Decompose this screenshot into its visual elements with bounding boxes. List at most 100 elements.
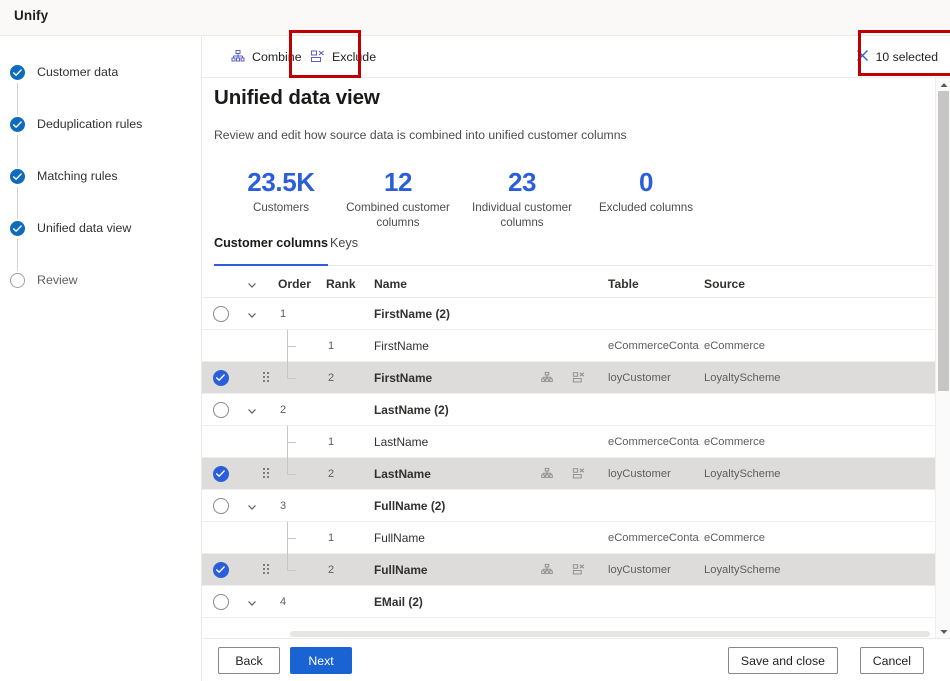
- row-select-checkbox[interactable]: [213, 370, 229, 386]
- row-exclude-icon[interactable]: [572, 371, 586, 385]
- table-row[interactable]: 2 LastName loyCustomer LoyaltyScheme: [202, 458, 944, 490]
- stat-card: 23 Individual customer columns: [460, 166, 584, 230]
- row-select-checkbox[interactable]: [213, 498, 229, 514]
- tab-customer-columns[interactable]: Customer columns: [214, 236, 329, 266]
- row-drag-handle[interactable]: [263, 468, 271, 480]
- cell-table: loyCustomer: [608, 372, 671, 384]
- cell-order: [280, 330, 320, 362]
- stat-label: Excluded columns: [598, 201, 694, 214]
- table-row[interactable]: 1 FullName eCommerceConta... eCommerce: [202, 522, 944, 554]
- combine-button-label: Combine: [252, 50, 302, 64]
- cell-name: FirstName (2): [374, 307, 450, 321]
- save-and-close-button[interactable]: Save and close: [727, 647, 838, 674]
- step-connector: [17, 187, 19, 219]
- sidebar-step-unified-data-view[interactable]: Unified data view: [10, 219, 200, 241]
- vertical-scrollbar[interactable]: [935, 78, 950, 638]
- combine-button[interactable]: Combine: [222, 41, 310, 73]
- header-rank[interactable]: Rank: [326, 277, 356, 291]
- row-combine-icon[interactable]: [540, 563, 554, 577]
- scroll-down-arrow-icon[interactable]: [936, 625, 950, 638]
- row-expand-chevron-icon[interactable]: [246, 308, 258, 320]
- cell-rank: 2: [328, 372, 335, 384]
- row-expand-chevron-icon[interactable]: [246, 404, 258, 416]
- next-button[interactable]: Next: [290, 647, 352, 674]
- columns-table: Order Rank Name Table Source 1 FirstName …: [202, 270, 944, 618]
- row-drag-handle[interactable]: [263, 564, 271, 576]
- selected-count-button[interactable]: 10 selected: [848, 42, 946, 72]
- cell-table: [608, 298, 700, 330]
- sidebar-step-label: Customer data: [37, 65, 119, 79]
- cell-order: [280, 522, 320, 554]
- cell-table: loyCustomer: [608, 564, 671, 576]
- exclude-columns-icon: [310, 49, 326, 65]
- sidebar-step-customer-data[interactable]: Customer data: [10, 63, 200, 85]
- cell-name: FullName: [374, 531, 425, 545]
- table-row[interactable]: 2 FirstName loyCustomer LoyaltyScheme: [202, 362, 944, 394]
- sidebar-step-matching-rules[interactable]: Matching rules: [10, 167, 200, 189]
- row-select-checkbox[interactable]: [213, 594, 229, 610]
- table-row[interactable]: 1 FirstName (2): [202, 298, 944, 330]
- cell-name: LastName: [374, 467, 431, 481]
- table-row[interactable]: 1 FirstName eCommerceConta... eCommerce: [202, 330, 944, 362]
- vertical-scrollbar-thumb[interactable]: [938, 91, 949, 391]
- cell-table: loyCustomer: [608, 468, 671, 480]
- row-combine-icon[interactable]: [540, 371, 554, 385]
- row-exclude-icon[interactable]: [572, 467, 586, 481]
- header-order[interactable]: Order: [278, 277, 311, 291]
- row-select-checkbox[interactable]: [213, 306, 229, 322]
- app-header: Unify: [0, 0, 950, 36]
- cell-rank: 1: [328, 436, 335, 448]
- table-row[interactable]: 4 EMail (2): [202, 586, 944, 618]
- header-name[interactable]: Name: [374, 277, 407, 291]
- cell-name: FullName: [374, 563, 428, 577]
- sidebar-step-label: Review: [37, 273, 78, 287]
- cell-source: eCommerce: [704, 532, 765, 544]
- back-button[interactable]: Back: [218, 647, 280, 674]
- row-combine-icon[interactable]: [540, 467, 554, 481]
- row-expand-chevron-icon[interactable]: [246, 596, 258, 608]
- cell-source: LoyaltyScheme: [704, 564, 781, 576]
- scroll-up-arrow-icon[interactable]: [936, 78, 950, 91]
- cell-rank: 2: [328, 468, 335, 480]
- stat-card: 23.5K Customers: [222, 166, 340, 215]
- tab-label: Keys: [330, 236, 358, 250]
- horizontal-scrollbar-thumb[interactable]: [290, 631, 930, 637]
- cell-order: 1: [280, 308, 287, 320]
- sidebar-step-review[interactable]: Review: [10, 271, 200, 293]
- table-header-row: Order Rank Name Table Source: [202, 270, 944, 298]
- cell-source: LoyaltyScheme: [704, 468, 781, 480]
- cell-rank: [328, 490, 368, 522]
- selected-count-label: 10 selected: [875, 50, 938, 64]
- header-source[interactable]: Source: [704, 277, 745, 291]
- header-table[interactable]: Table: [608, 277, 639, 291]
- cell-order: [280, 458, 320, 490]
- cell-rank: 1: [328, 340, 335, 352]
- table-row[interactable]: 2 FullName loyCustomer LoyaltyScheme: [202, 554, 944, 586]
- step-complete-check-icon: [10, 65, 25, 80]
- sidebar-step-label: Matching rules: [37, 169, 118, 183]
- cell-order: 2: [280, 404, 287, 416]
- table-row[interactable]: 1 LastName eCommerceConta... eCommerce: [202, 426, 944, 458]
- cancel-button[interactable]: Cancel: [859, 647, 924, 674]
- sidebar-step-deduplication-rules[interactable]: Deduplication rules: [10, 115, 200, 137]
- stat-label: Customers: [252, 201, 310, 214]
- combine-hierarchy-icon: [230, 49, 246, 65]
- table-row[interactable]: 3 FullName (2): [202, 490, 944, 522]
- row-select-checkbox[interactable]: [213, 402, 229, 418]
- row-exclude-icon[interactable]: [572, 563, 586, 577]
- cell-order: [280, 426, 320, 458]
- exclude-button[interactable]: Exclude: [302, 41, 384, 73]
- cell-name: LastName: [374, 435, 429, 449]
- expand-all-chevron-icon[interactable]: [246, 278, 258, 290]
- table-body: 1 FirstName (2) 1 FirstName eCommerceConta..…: [202, 298, 944, 618]
- row-select-checkbox[interactable]: [213, 562, 229, 578]
- cell-order: 3: [280, 500, 287, 512]
- page-title: Unified data view: [214, 86, 380, 109]
- step-complete-check-icon: [10, 169, 25, 184]
- row-select-checkbox[interactable]: [213, 466, 229, 482]
- step-connector: [17, 135, 19, 167]
- row-expand-chevron-icon[interactable]: [246, 500, 258, 512]
- table-row[interactable]: 2 LastName (2): [202, 394, 944, 426]
- tab-keys[interactable]: Keys: [330, 236, 358, 266]
- row-drag-handle[interactable]: [263, 372, 271, 384]
